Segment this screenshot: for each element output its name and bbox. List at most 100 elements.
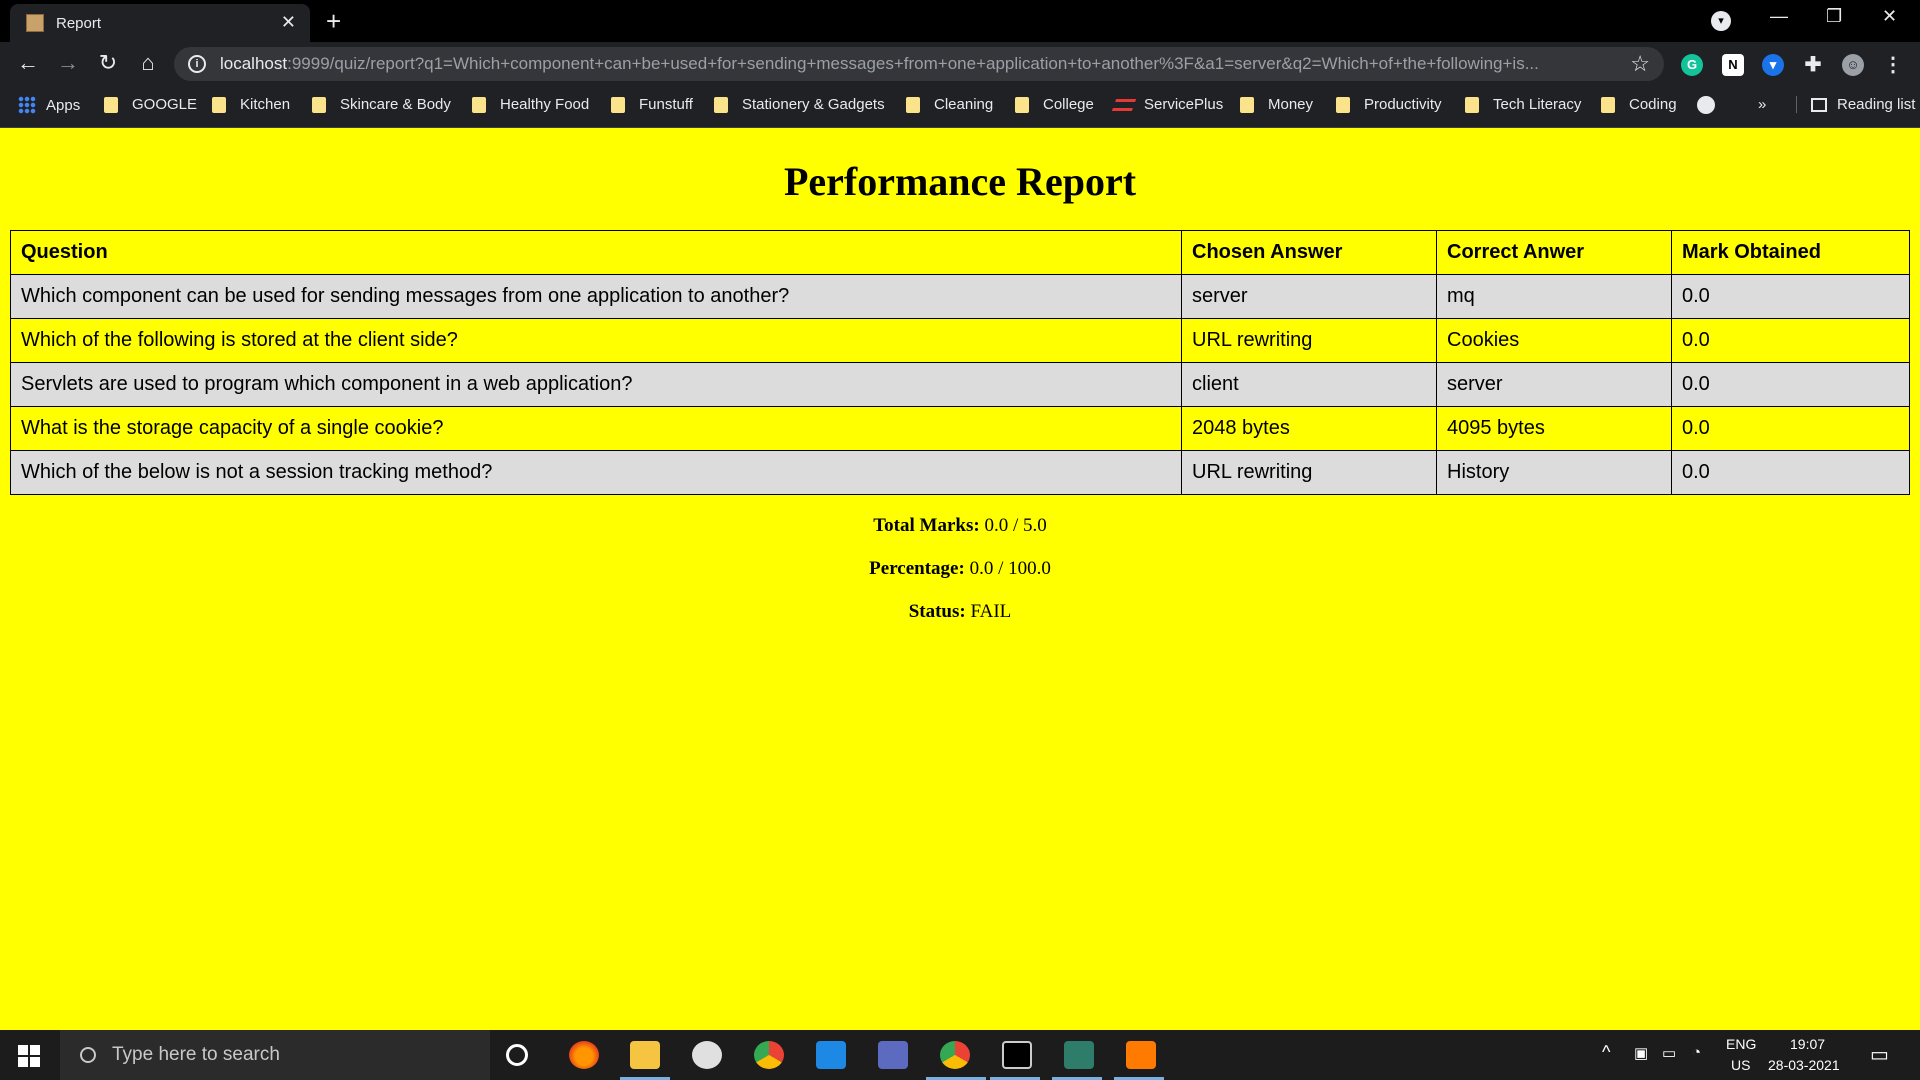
close-window-icon[interactable]: ✕ — [1882, 6, 1897, 27]
chrome-active-icon[interactable] — [940, 1041, 970, 1069]
total-marks: Total Marks: 0.0 / 5.0 — [0, 515, 1920, 537]
bookmark-globe[interactable] — [1697, 96, 1715, 114]
cortana-icon[interactable] — [506, 1044, 528, 1066]
home-icon[interactable]: ⌂ — [134, 50, 162, 76]
windows-taskbar: Type here to search ^ ▣ ▭ ◔ ENG US 19:07… — [0, 1030, 1920, 1080]
folder-icon — [1336, 96, 1350, 113]
header-question: Question — [10, 230, 1182, 275]
terminal-icon[interactable] — [1002, 1041, 1032, 1069]
snipping-tool-icon[interactable] — [816, 1041, 846, 1069]
bookmark-college[interactable]: College — [1015, 96, 1094, 113]
tab-close-icon[interactable]: ✕ — [281, 12, 296, 33]
notifications-icon[interactable]: ▭ — [1870, 1042, 1889, 1067]
forward-icon[interactable]: → — [54, 50, 82, 76]
grammarly-extension-icon[interactable]: G — [1681, 54, 1703, 76]
bookmark-serviceplus[interactable]: ServicePlus — [1111, 96, 1223, 113]
calculator-icon[interactable] — [878, 1041, 908, 1069]
tab-search-icon[interactable]: ▾ — [1711, 11, 1731, 31]
question-cell: Which component can be used for sending … — [10, 274, 1182, 319]
taskbar-search[interactable]: Type here to search — [60, 1030, 490, 1080]
folder-icon — [906, 96, 920, 113]
sublime-text-icon[interactable] — [1126, 1041, 1156, 1069]
reload-icon[interactable]: ↻ — [94, 50, 122, 76]
browser-toolbar: ← → ↻ ⌂ i localhost:9999/quiz/report?q1=… — [0, 42, 1920, 86]
report-table: Question Chosen Answer Correct Anwer Mar… — [10, 230, 1910, 495]
bookmark-stationery[interactable]: Stationery & Gadgets — [714, 96, 885, 113]
table-row: Which of the following is stored at the … — [10, 318, 1910, 363]
folder-icon — [1015, 96, 1029, 113]
table-row: Which component can be used for sending … — [10, 274, 1910, 319]
extensions-puzzle-icon[interactable]: ✚ — [1802, 54, 1824, 76]
bookmark-apps[interactable]: Apps — [18, 96, 80, 114]
chosen-answer-cell: URL rewriting — [1181, 318, 1437, 363]
clock-app-icon[interactable] — [692, 1041, 722, 1069]
battery-icon[interactable]: ▭ — [1662, 1044, 1676, 1062]
minimize-icon[interactable]: — — [1770, 6, 1788, 27]
address-bar[interactable]: i localhost:9999/quiz/report?q1=Which+co… — [174, 47, 1664, 81]
folder-icon — [212, 96, 226, 113]
windows-start-icon[interactable] — [18, 1045, 40, 1067]
language-indicator[interactable]: ENG — [1726, 1036, 1756, 1052]
bookmark-skincare[interactable]: Skincare & Body — [312, 96, 451, 113]
bookmark-tech-literacy[interactable]: Tech Literacy — [1465, 96, 1581, 113]
url-path: :9999/quiz/report?q1=Which+component+can… — [287, 54, 1539, 73]
browser-menu-icon[interactable]: ⋮ — [1882, 54, 1904, 76]
bookmark-funstuff[interactable]: Funstuff — [611, 96, 693, 113]
correct-answer-cell: 4095 bytes — [1436, 406, 1672, 451]
question-cell: What is the storage capacity of a single… — [10, 406, 1182, 451]
chosen-answer-cell: URL rewriting — [1181, 450, 1437, 495]
folder-icon — [714, 96, 728, 113]
header-chosen-answer: Chosen Answer — [1181, 230, 1437, 275]
status-value: FAIL — [970, 601, 1012, 622]
bookmarks-bar: Apps GOOGLE Kitchen Skincare & Body Heal… — [0, 86, 1920, 128]
tray-chevron-up-icon[interactable]: ^ — [1602, 1042, 1610, 1063]
bookmark-productivity[interactable]: Productivity — [1336, 96, 1442, 113]
clock-time[interactable]: 19:07 — [1790, 1036, 1825, 1052]
question-cell: Servlets are used to program which compo… — [10, 362, 1182, 407]
correct-answer-cell: Cookies — [1436, 318, 1672, 363]
file-explorer-icon[interactable] — [630, 1041, 660, 1069]
browser-tab[interactable]: Report ✕ — [10, 4, 310, 42]
question-cell: Which of the following is stored at the … — [10, 318, 1182, 363]
chosen-answer-cell: server — [1181, 274, 1437, 319]
folder-icon — [1601, 96, 1615, 113]
folder-icon — [472, 96, 486, 113]
notepad-icon[interactable] — [1064, 1041, 1094, 1069]
folder-icon — [611, 96, 625, 113]
clock-date[interactable]: 28-03-2021 — [1768, 1057, 1840, 1073]
question-cell: Which of the below is not a session trac… — [10, 450, 1182, 495]
mark-cell: 0.0 — [1671, 318, 1910, 363]
mark-cell: 0.0 — [1671, 362, 1910, 407]
bookmark-google[interactable]: GOOGLE — [104, 96, 197, 113]
apps-grid-icon — [18, 96, 36, 114]
download-extension-icon[interactable]: ▾ — [1762, 54, 1784, 76]
firefox-icon[interactable] — [569, 1041, 599, 1069]
correct-answer-cell: server — [1436, 362, 1672, 407]
percentage-value: 0.0 / 100.0 — [969, 558, 1051, 579]
bookmark-money[interactable]: Money — [1240, 96, 1313, 113]
region-indicator[interactable]: US — [1731, 1057, 1750, 1073]
back-icon[interactable]: ← — [14, 50, 42, 76]
reading-list-button[interactable]: Reading list — [1796, 96, 1915, 113]
new-tab-button[interactable]: + — [326, 6, 341, 37]
reading-list-icon — [1811, 97, 1827, 112]
more-bookmarks-button[interactable]: » — [1758, 96, 1766, 113]
meet-now-icon[interactable]: ▣ — [1634, 1044, 1648, 1062]
bookmark-kitchen[interactable]: Kitchen — [212, 96, 290, 113]
header-correct-answer: Correct Anwer — [1436, 230, 1672, 275]
site-info-icon[interactable]: i — [188, 55, 206, 73]
chrome-icon[interactable] — [754, 1041, 784, 1069]
bookmark-star-icon[interactable]: ☆ — [1630, 51, 1650, 77]
wifi-icon[interactable]: ◔ — [1692, 1044, 1701, 1061]
bookmark-cleaning[interactable]: Cleaning — [906, 96, 993, 113]
profile-avatar[interactable]: ☺ — [1842, 54, 1864, 76]
bookmark-healthy-food[interactable]: Healthy Food — [472, 96, 589, 113]
report-favicon-icon — [26, 14, 44, 32]
chosen-answer-cell: 2048 bytes — [1181, 406, 1437, 451]
restore-icon[interactable]: ❐ — [1826, 6, 1842, 27]
total-marks-label: Total Marks: — [873, 515, 980, 536]
notion-extension-icon[interactable]: N — [1722, 54, 1744, 76]
bookmark-coding[interactable]: Coding — [1601, 96, 1677, 113]
total-marks-value: 0.0 / 5.0 — [984, 515, 1047, 536]
status-label: Status: — [908, 601, 966, 622]
